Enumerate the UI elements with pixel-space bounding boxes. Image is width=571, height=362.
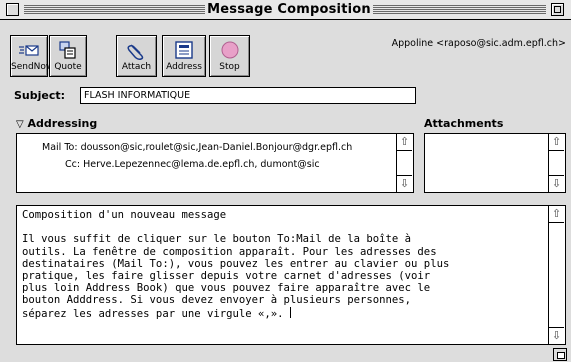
sender-address: Appoline <raposo@sic.adm.epfl.ch> (391, 38, 566, 49)
addressing-label: Addressing (27, 117, 98, 130)
attach-label: Attach (121, 62, 152, 72)
addressing-box[interactable]: Mail To: dousson@sic,roulet@sic,Jean-Dan… (16, 133, 414, 193)
mail-to-label: Mail To: (42, 142, 78, 153)
address-book-icon (175, 41, 193, 59)
scroll-down-arrow-icon[interactable]: ⇩ (397, 175, 412, 192)
body-line: Composition d'un nouveau message (22, 209, 227, 221)
body-line (22, 221, 542, 233)
subject-label: Subject: (14, 89, 66, 102)
body-scrollbar[interactable]: ⇧ ⇩ (548, 206, 565, 344)
subject-input[interactable]: FLASH INFORMATIQUE (80, 87, 416, 104)
body-line: outils. La fenêtre de composition appara… (22, 245, 437, 258)
attachments-box[interactable]: ⇧ ⇩ (424, 133, 566, 193)
send-now-label: SendNow (11, 62, 54, 72)
body-line: destinataires (Mail To:), vous pouvez le… (22, 257, 450, 270)
scroll-up-arrow-icon[interactable]: ⇧ (549, 134, 564, 151)
attach-button[interactable]: Attach (116, 35, 157, 77)
stop-label: Stop (219, 62, 240, 72)
stop-button[interactable]: Stop (209, 35, 250, 77)
body-line: pratique, les faire glisser depuis votre… (22, 270, 431, 282)
cc-value[interactable]: Herve.Lepezennec@lema.de.epfl.ch, dumont… (83, 159, 319, 170)
resize-grow-box-icon[interactable] (553, 348, 567, 361)
attachments-scrollbar[interactable]: ⇧ ⇩ (548, 134, 565, 192)
addressing-header[interactable]: ▽ Addressing (16, 117, 97, 130)
cc-row[interactable]: Cc: Herve.Lepezennec@lema.de.epfl.ch, du… (65, 159, 320, 170)
send-envelope-icon (19, 45, 39, 56)
stop-icon (221, 41, 238, 59)
paperclip-icon (126, 44, 143, 60)
addressing-scrollbar[interactable]: ⇧ ⇩ (396, 134, 413, 192)
address-button[interactable]: Address (162, 35, 206, 77)
close-box-icon[interactable] (6, 3, 19, 16)
message-body-text[interactable]: Composition d'un nouveau message Il vous … (22, 209, 542, 320)
mail-to-value[interactable]: dousson@sic,roulet@sic,Jean-Daniel.Bonjo… (81, 142, 353, 153)
body-line: plus loin Address Book) que vous pouvez … (22, 282, 431, 295)
address-label: Address (166, 62, 202, 72)
scroll-up-arrow-icon[interactable]: ⇧ (397, 134, 412, 151)
body-line: bouton Adddress. Si vous devez envoyer à… (22, 294, 412, 307)
cc-label: Cc: (65, 159, 81, 170)
mail-to-row[interactable]: Mail To: dousson@sic,roulet@sic,Jean-Dan… (42, 142, 352, 153)
body-last-line: séparez les adresses par une virgule «,»… (22, 306, 542, 320)
scroll-up-arrow-icon[interactable]: ⇧ (549, 206, 564, 223)
quote-document-icon (59, 41, 76, 59)
attachments-header: Attachments (424, 117, 504, 130)
scroll-down-arrow-icon[interactable]: ⇩ (549, 327, 564, 344)
quote-button[interactable]: Quote (49, 35, 87, 77)
window-title: Message Composition (205, 1, 373, 19)
body-line: Il vous suffit de cliquer sur le bouton … (22, 233, 412, 246)
text-cursor (289, 306, 291, 318)
scroll-down-arrow-icon[interactable]: ⇩ (549, 175, 564, 192)
message-body-editor[interactable]: Composition d'un nouveau message Il vous … (16, 205, 566, 345)
zoom-box-icon[interactable] (551, 3, 564, 16)
send-now-button[interactable]: SendNow (10, 35, 54, 77)
quote-label: Quote (54, 62, 82, 72)
body-line: séparez les adresses par une virgule «,»… (22, 307, 290, 320)
disclosure-triangle-icon[interactable]: ▽ (16, 119, 24, 130)
